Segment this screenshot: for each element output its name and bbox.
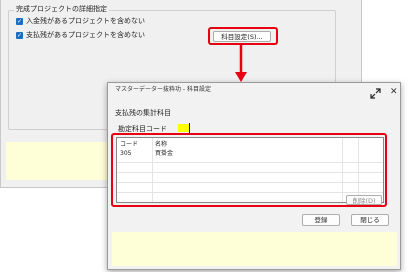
close-icon[interactable]: ✕ xyxy=(390,86,398,98)
exclude-payable-label: 支払残があるプロジェクトを含めない xyxy=(26,31,145,39)
register-button[interactable]: 登録 xyxy=(302,214,340,226)
button-highlight-box xyxy=(208,27,278,45)
group-title: 完成プロジェクトの詳細指定 xyxy=(14,4,109,14)
exclude-receivable-label: 入金残があるプロジェクトを含めない xyxy=(26,17,145,25)
pointer-arrow xyxy=(235,44,247,82)
expand-icon[interactable] xyxy=(370,88,381,99)
exclude-payable-checkbox[interactable]: ✓ xyxy=(16,32,23,39)
text-caret xyxy=(189,123,190,133)
dialog-title: マスターデーター抜粋功 - 科目設定 xyxy=(115,86,211,93)
dialog-info-panel xyxy=(112,232,397,266)
section-label: 支払残の集計科目 xyxy=(115,109,171,117)
background-info-panel xyxy=(6,142,111,180)
account-code-input[interactable] xyxy=(178,124,189,132)
exclude-receivable-checkbox[interactable]: ✓ xyxy=(16,18,23,25)
delete-button[interactable]: 削除(D) xyxy=(346,195,382,205)
close-button[interactable]: 閉じる xyxy=(351,214,389,226)
